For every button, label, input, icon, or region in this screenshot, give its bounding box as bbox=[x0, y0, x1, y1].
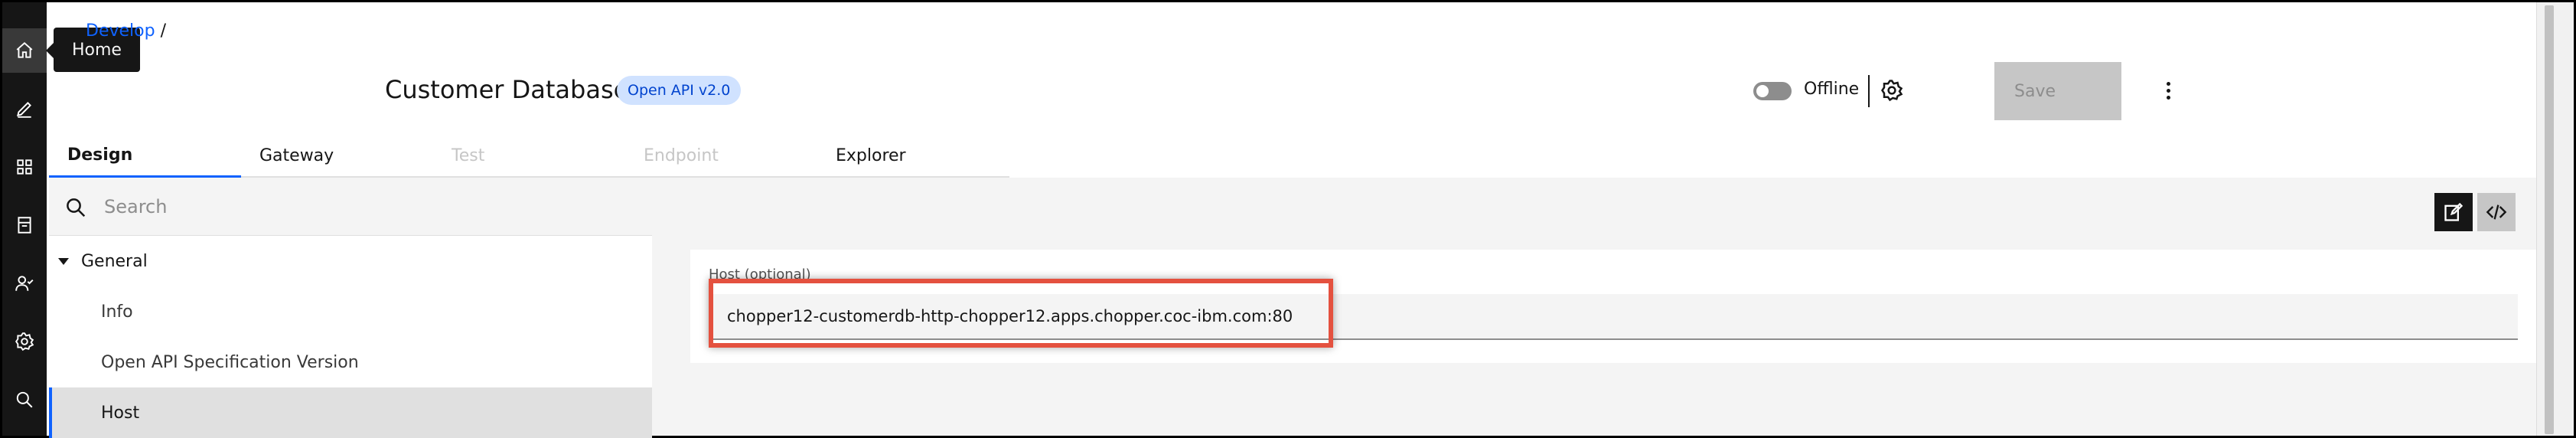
tab-design[interactable]: Design bbox=[49, 135, 241, 178]
design-sidebar: General Info Open API Specification Vers… bbox=[49, 178, 652, 438]
overflow-menu-icon bbox=[2166, 80, 2170, 101]
save-button[interactable]: Save bbox=[1994, 62, 2121, 120]
host-input[interactable] bbox=[709, 294, 2518, 340]
apps-icon bbox=[17, 159, 32, 175]
code-icon bbox=[2486, 204, 2507, 220]
nav-item-openapi-version[interactable]: Open API Specification Version bbox=[49, 337, 652, 387]
breadcrumb: Develop / bbox=[86, 21, 166, 41]
api-version-tag: Open API v2.0 bbox=[617, 76, 742, 105]
header-divider bbox=[1868, 75, 1870, 107]
chevron-down-icon bbox=[58, 257, 69, 265]
home-button[interactable] bbox=[2, 28, 47, 73]
tab-explorer[interactable]: Explorer bbox=[817, 135, 1009, 178]
gear-icon bbox=[1880, 80, 1903, 102]
search-input[interactable] bbox=[104, 190, 624, 224]
online-toggle[interactable] bbox=[1753, 82, 1792, 100]
users-icon bbox=[15, 276, 34, 291]
home-icon bbox=[16, 41, 33, 58]
breadcrumb-link-develop[interactable]: Develop bbox=[86, 21, 155, 41]
settings-rail-button[interactable] bbox=[2, 319, 47, 364]
nav-group-general[interactable]: General bbox=[49, 236, 652, 286]
toggle-knob bbox=[1756, 85, 1769, 97]
main-content: Host (optional) bbox=[652, 178, 2556, 436]
search-icon bbox=[67, 198, 86, 217]
nav-item-info[interactable]: Info bbox=[49, 286, 652, 337]
overflow-menu-button[interactable] bbox=[2157, 74, 2180, 107]
edit-button[interactable] bbox=[2, 87, 47, 131]
users-button[interactable] bbox=[2, 261, 47, 306]
code-view-button[interactable] bbox=[2477, 193, 2516, 231]
tab-test: Test bbox=[433, 135, 625, 178]
settings-icon bbox=[15, 332, 34, 351]
settings-button[interactable] bbox=[1877, 74, 1907, 107]
host-form: Host (optional) bbox=[690, 250, 2556, 363]
page-scrollbar[interactable] bbox=[2536, 2, 2574, 436]
catalog-icon bbox=[18, 217, 31, 234]
host-field-label: Host (optional) bbox=[709, 266, 811, 283]
status-label: Offline bbox=[1804, 80, 1860, 99]
tab-endpoint: Endpoint bbox=[625, 135, 817, 178]
form-view-button[interactable] bbox=[2434, 193, 2473, 231]
page-title: Customer Database bbox=[385, 75, 629, 104]
tab-gateway[interactable]: Gateway bbox=[241, 135, 433, 178]
sidebar-search bbox=[49, 178, 652, 236]
catalog-button[interactable] bbox=[2, 203, 47, 247]
breadcrumb-separator: / bbox=[160, 21, 166, 41]
edit-icon bbox=[16, 102, 31, 118]
search-icon bbox=[16, 391, 33, 408]
edit-icon bbox=[2444, 202, 2464, 221]
scrollbar-thumb[interactable] bbox=[2545, 5, 2554, 434]
nav-item-host[interactable]: Host bbox=[49, 387, 652, 438]
apps-button[interactable] bbox=[2, 145, 47, 189]
nav-group-label: General bbox=[81, 251, 148, 271]
side-rail bbox=[2, 2, 47, 436]
search-rail-button[interactable] bbox=[2, 378, 47, 422]
